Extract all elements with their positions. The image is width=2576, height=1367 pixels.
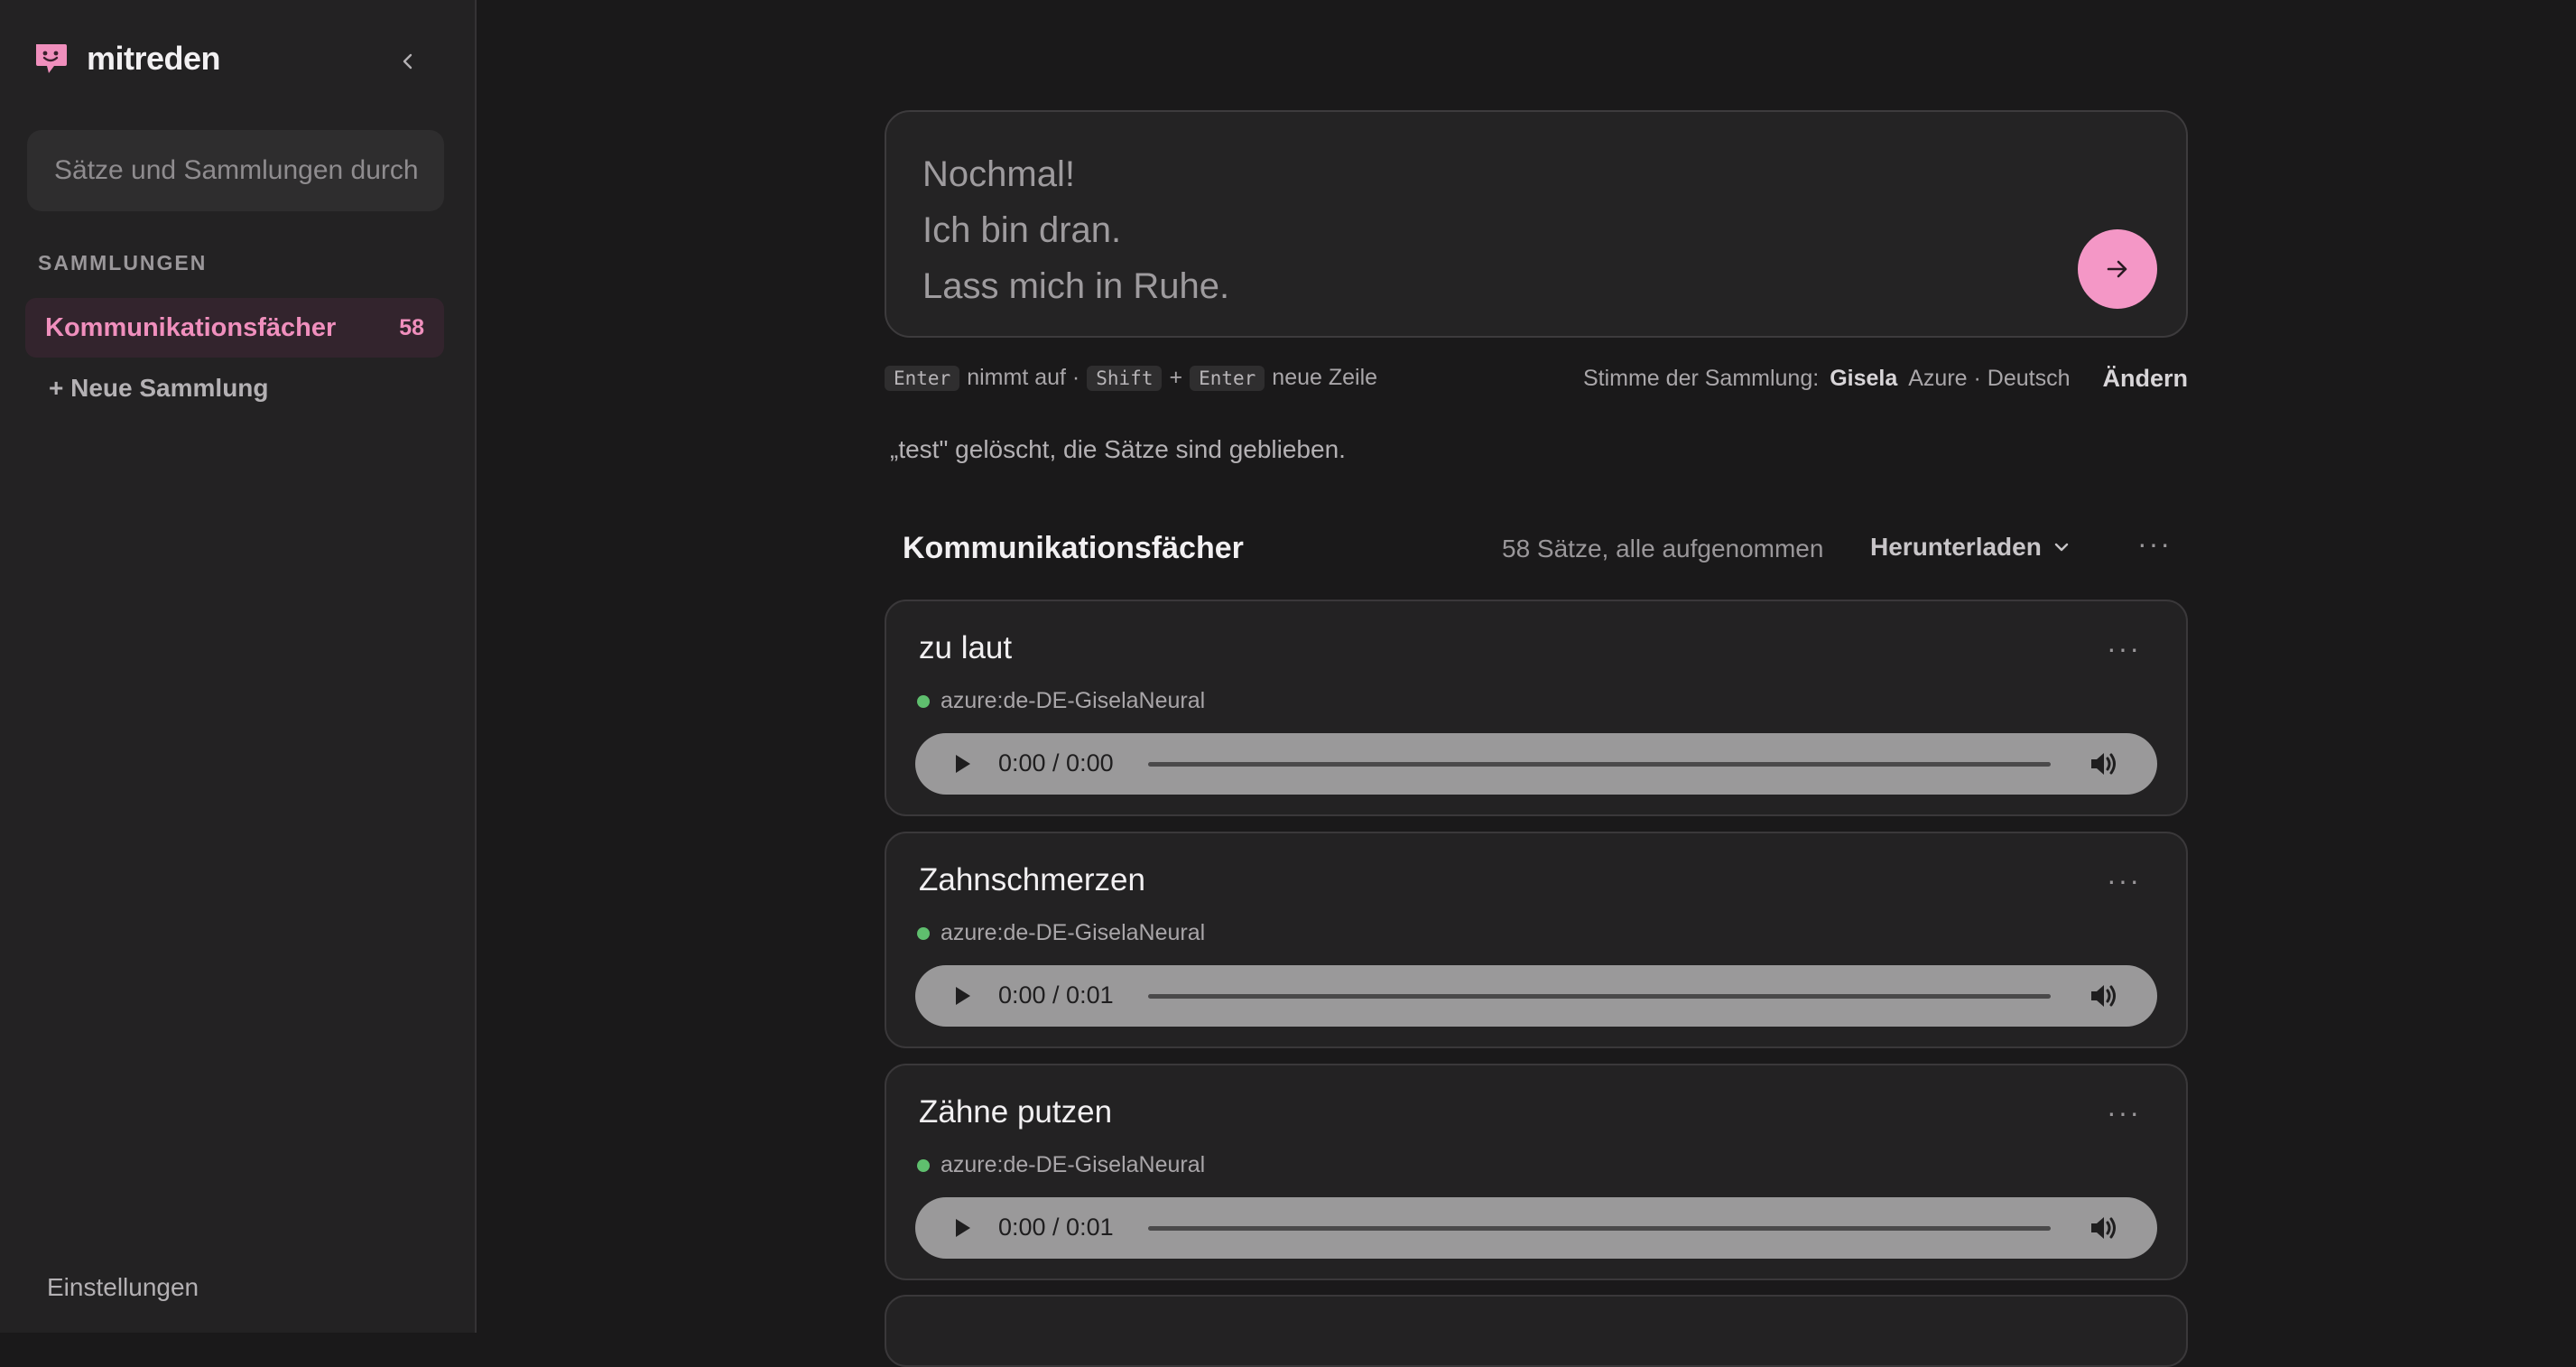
collection-name: Kommunikationsfächer [45,312,337,342]
sidebar-item-kommunikationsfaecher[interactable]: Kommunikationsfächer 58 [25,298,444,358]
collection-meta: 58 Sätze, alle aufgenommen [1502,535,1824,563]
download-button[interactable]: Herunterladen [1870,533,2071,562]
phrase-card-partial [885,1295,2188,1367]
brand[interactable]: mitreden [32,40,221,78]
composer-line: Lass mich in Ruhe. [922,266,1230,306]
phrase-text: Zähne putzen [919,1094,1113,1130]
audio-time: 0:00 / 0:01 [998,981,1114,1009]
composer-line: Nochmal! [922,154,1075,194]
audio-player: 0:00 / 0:00 [915,733,2157,795]
download-label: Herunterladen [1870,533,2042,561]
play-icon[interactable] [950,983,975,1009]
phrase-voice-id: azure:de-DE-GiselaNeural [941,688,1206,713]
search-box [27,130,444,211]
phrase-text: Zahnschmerzen [919,862,1145,897]
hint-row: Enter nimmt auf · Shift + Enter neue Zei… [885,365,2188,395]
phrase-voice: azure:de-DE-GiselaNeural [917,1152,1205,1178]
kbd-shift: Shift [1087,365,1163,391]
audio-progress-track[interactable] [1148,1226,2051,1231]
chevron-left-icon [403,53,412,70]
audio-time: 0:00 / 0:01 [998,1214,1114,1241]
audio-progress-track[interactable] [1148,762,2051,767]
collections-section-label: SAMMLUNGEN [38,251,208,274]
speech-bubble-logo-icon [36,44,67,73]
submit-button[interactable] [2078,229,2157,309]
audio-time: 0:00 / 0:00 [998,749,1114,776]
play-icon[interactable] [950,751,975,776]
phrase-more-button[interactable]: ··· [2107,864,2141,897]
phrase-voice-id: azure:de-DE-GiselaNeural [941,920,1206,945]
collection-count: 58 [399,314,424,340]
phrase-text: zu laut [919,630,1013,665]
collection-more-button[interactable]: ··· [2137,527,2172,561]
status-dot-icon [917,1158,930,1172]
collection-title: Kommunikationsfächer [903,531,1244,565]
phrase-card: zu laut ··· azure:de-DE-GiselaNeural 0:0… [885,600,2188,816]
collection-header: Kommunikationsfächer 58 Sätze, alle aufg… [903,527,2179,572]
volume-icon[interactable] [2089,1214,2119,1242]
phrase-voice: azure:de-DE-GiselaNeural [917,920,1205,946]
volume-icon[interactable] [2089,749,2119,778]
change-voice-button[interactable]: Ändern [2103,365,2189,393]
phrase-voice: azure:de-DE-GiselaNeural [917,688,1205,714]
collection-voice-info: Stimme der Sammlung: Gisela Azure · Deut… [1583,365,2188,393]
audio-player: 0:00 / 0:01 [915,1197,2157,1259]
play-icon[interactable] [950,1215,975,1241]
new-collection-button[interactable]: + Neue Sammlung [49,374,269,403]
hint-record-text: nimmt auf · [967,365,1080,390]
search-input[interactable] [52,154,419,187]
settings-link[interactable]: Einstellungen [47,1273,199,1302]
status-dot-icon [917,694,930,708]
phrase-voice-id: azure:de-DE-GiselaNeural [941,1152,1206,1177]
audio-progress-track[interactable] [1148,994,2051,999]
phrase-more-button[interactable]: ··· [2107,1096,2141,1130]
hint-newline-text: neue Zeile [1272,365,1378,390]
audio-player: 0:00 / 0:01 [915,965,2157,1027]
collapse-sidebar-button[interactable] [388,42,428,81]
kbd-enter-2: Enter [1190,365,1265,391]
voice-details: Azure · Deutsch [1908,366,2071,391]
composer-line: Ich bin dran. [922,210,1122,250]
hint-plus: + [1169,365,1183,390]
phrase-card: Zahnschmerzen ··· azure:de-DE-GiselaNeur… [885,832,2188,1048]
voice-label: Stimme der Sammlung: [1582,366,1820,391]
arrow-right-icon [2107,260,2127,278]
status-dot-icon [917,926,930,940]
phrase-more-button[interactable]: ··· [2107,632,2141,665]
sidebar: mitreden SAMMLUNGEN Kommunikationsfächer… [0,0,477,1333]
keyboard-hints: Enter nimmt auf · Shift + Enter neue Zei… [885,365,1377,391]
phrase-composer[interactable]: Nochmal! Ich bin dran. Lass mich in Ruhe… [885,110,2188,338]
app-name: mitreden [87,40,221,77]
phrase-card: Zähne putzen ··· azure:de-DE-GiselaNeura… [885,1064,2188,1280]
kbd-enter: Enter [885,365,960,391]
voice-name: Gisela [1830,366,1898,391]
composer-textarea[interactable]: Nochmal! Ich bin dran. Lass mich in Ruhe… [922,146,1229,314]
volume-icon[interactable] [2089,981,2119,1010]
status-notice: „test" gelöscht, die Sätze sind gebliebe… [890,435,1346,463]
chevron-down-icon [2054,543,2069,552]
